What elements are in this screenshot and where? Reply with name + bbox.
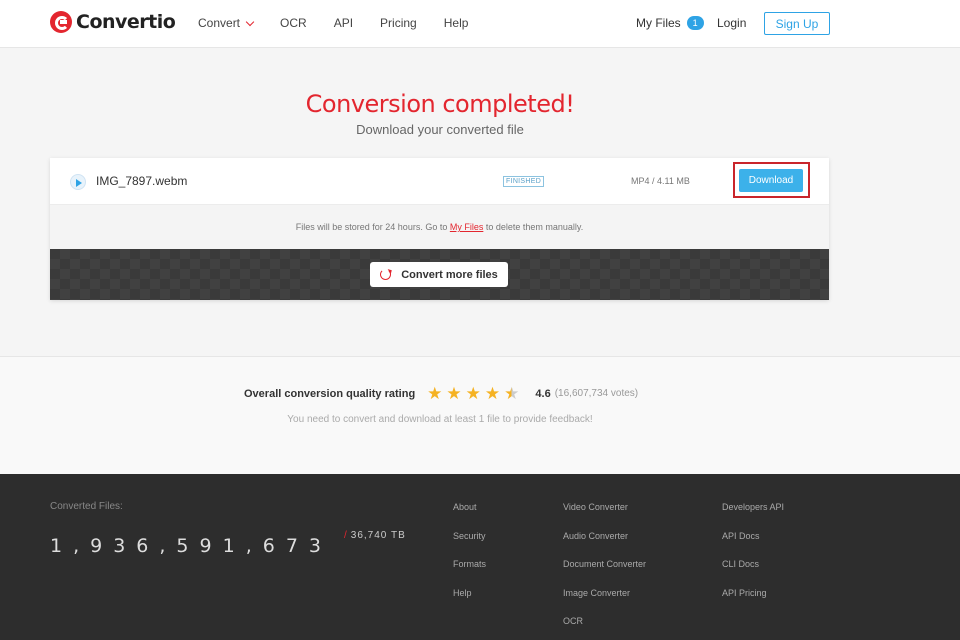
storage-notice: Files will be stored for 24 hours. Go to… xyxy=(50,205,829,249)
refresh-icon xyxy=(380,269,392,280)
file-row: IMG_7897.webm FINISHED MP4 / 4.11 MB Dow… xyxy=(50,158,829,205)
footer-link-api-docs[interactable]: API Docs xyxy=(722,531,784,560)
footer-link-security[interactable]: Security xyxy=(453,531,486,560)
footer-link-audio-converter[interactable]: Audio Converter xyxy=(563,531,646,560)
footer-link-about[interactable]: About xyxy=(453,502,486,531)
footer-link-document-converter[interactable]: Document Converter xyxy=(563,559,646,588)
converted-files-label: Converted Files: xyxy=(50,501,123,512)
star-icon: ★ xyxy=(484,384,501,403)
my-files-label: My Files xyxy=(636,16,681,30)
rating-section: Overall conversion quality rating ★ ★ ★ … xyxy=(0,357,960,474)
login-link[interactable]: Login xyxy=(717,16,746,30)
download-highlight-box: Download xyxy=(733,162,810,198)
rating-label: Overall conversion quality rating xyxy=(244,387,416,400)
download-button[interactable]: Download xyxy=(739,169,803,192)
status-badge: FINISHED xyxy=(503,176,545,187)
converted-tb: /36,740 TB xyxy=(344,530,406,541)
footer-col-converters: Video Converter Audio Converter Document… xyxy=(563,502,646,640)
main-nav: Convert OCR API Pricing Help xyxy=(198,16,495,30)
footer: Converted Files: 1,936,591,673 /36,740 T… xyxy=(0,474,960,640)
rating-stars: ★ ★ ★ ★ ★ xyxy=(427,385,523,402)
feedback-note: You need to convert and download at leas… xyxy=(287,414,593,425)
rating-votes: (16,607,734 votes) xyxy=(554,388,639,399)
footer-link-video-converter[interactable]: Video Converter xyxy=(563,502,646,531)
nav-help[interactable]: Help xyxy=(444,16,469,30)
convertio-logo-icon xyxy=(50,11,72,33)
my-files-count-badge: 1 xyxy=(686,16,704,30)
page-subtitle: Download your converted file xyxy=(356,122,524,137)
top-header: Convertio Convert OCR API Pricing Help M… xyxy=(0,0,960,48)
footer-link-formats[interactable]: Formats xyxy=(453,559,486,588)
my-files-inline-link[interactable]: My Files xyxy=(450,222,484,232)
footer-link-cli-docs[interactable]: CLI Docs xyxy=(722,559,784,588)
footer-link-api-pricing[interactable]: API Pricing xyxy=(722,588,784,617)
footer-link-developers-api[interactable]: Developers API xyxy=(722,502,784,531)
logo-text: Convertio xyxy=(76,11,176,33)
file-name: IMG_7897.webm xyxy=(96,174,188,188)
play-icon[interactable] xyxy=(70,174,86,190)
convert-more-button[interactable]: Convert more files xyxy=(370,262,508,287)
signup-button[interactable]: Sign Up xyxy=(764,12,830,35)
rating-row: Overall conversion quality rating ★ ★ ★ … xyxy=(244,385,638,402)
file-info: MP4 / 4.11 MB xyxy=(631,176,690,186)
star-half-icon: ★ xyxy=(504,384,520,403)
footer-col-developers: Developers API API Docs CLI Docs API Pri… xyxy=(722,502,784,616)
page-title: Conversion completed! xyxy=(305,90,575,118)
star-icon: ★ xyxy=(427,384,443,403)
nav-convert[interactable]: Convert xyxy=(198,16,255,30)
footer-link-ocr[interactable]: OCR xyxy=(563,616,646,640)
chevron-down-icon xyxy=(245,17,255,26)
storage-text-after: to delete them manually. xyxy=(483,222,584,232)
logo[interactable]: Convertio xyxy=(50,11,176,33)
storage-text-before: Files will be stored for 24 hours. Go to xyxy=(295,222,450,232)
convert-more-label: Convert more files xyxy=(401,268,498,281)
star-icon: ★ xyxy=(465,384,481,403)
my-files-link[interactable]: My Files 1 xyxy=(636,16,704,30)
conversion-card: IMG_7897.webm FINISHED MP4 / 4.11 MB Dow… xyxy=(50,158,829,300)
converted-tb-value: 36,740 TB xyxy=(350,530,406,541)
footer-link-image-converter[interactable]: Image Converter xyxy=(563,588,646,617)
slash-divider: / xyxy=(344,530,348,541)
star-icon: ★ xyxy=(446,384,462,403)
convert-more-bar: Convert more files xyxy=(50,249,829,300)
footer-link-help[interactable]: Help xyxy=(453,588,486,617)
nav-convert-label: Convert xyxy=(198,16,241,30)
footer-col-company: About Security Formats Help xyxy=(453,502,486,616)
nav-pricing[interactable]: Pricing xyxy=(380,16,417,30)
converted-files-count: 1,936,591,673 xyxy=(50,535,333,557)
nav-api[interactable]: API xyxy=(334,16,353,30)
nav-ocr[interactable]: OCR xyxy=(280,16,307,30)
rating-score: 4.6 xyxy=(535,387,551,400)
